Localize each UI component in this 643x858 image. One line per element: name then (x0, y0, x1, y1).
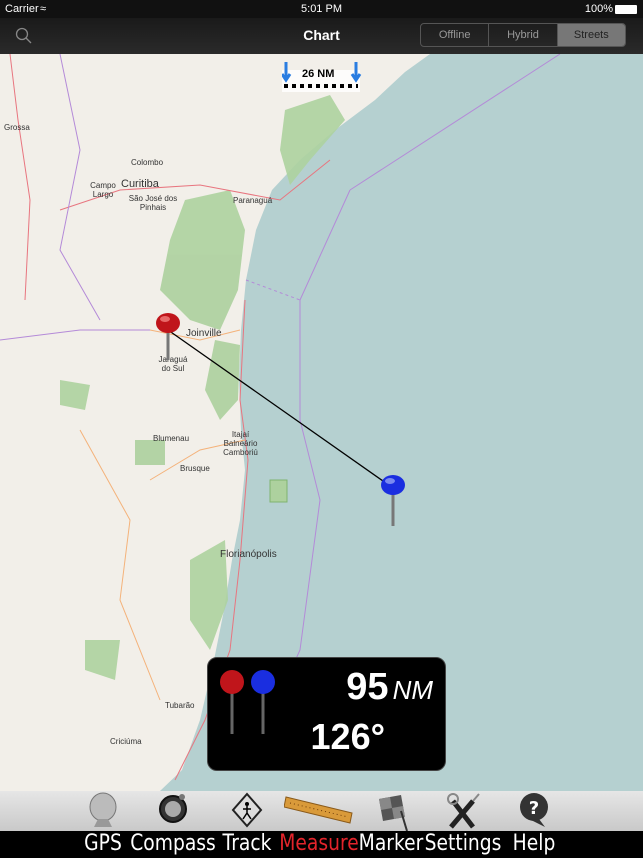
toolbar-label: Compass (130, 831, 216, 856)
flag-icon (379, 795, 408, 831)
place-label: Curitiba (121, 178, 159, 190)
place-label: Grossa (4, 123, 30, 132)
segment-streets[interactable]: Streets (557, 24, 625, 46)
end-pin-icon[interactable] (380, 472, 408, 527)
segment-hybrid[interactable]: Hybrid (489, 24, 558, 46)
help-icon: ? (520, 793, 548, 827)
battery-icon (615, 5, 637, 14)
toolbar-label: Measure (279, 831, 359, 856)
toolbar-label: Settings (424, 831, 502, 856)
compass-icon (159, 794, 187, 823)
gps-icon (89, 792, 117, 827)
place-label: Criciúma (110, 737, 142, 746)
toolbar-label: Track (222, 831, 272, 856)
place-label: Paranaguá (233, 196, 273, 205)
place-label: Campo Largo (90, 181, 116, 199)
toolbar-help-button[interactable]: ? Help (510, 791, 558, 858)
place-label: Tubarão (165, 701, 195, 710)
place-label: São José dos Pinhais (128, 194, 178, 212)
place-label: Itajaí Balneário Camboriú (223, 430, 258, 457)
place-label: Joinville (186, 328, 222, 339)
segment-offline[interactable]: Offline (421, 24, 490, 46)
ruler-icon (284, 796, 353, 824)
toolbar-marker-button[interactable]: Marker (359, 791, 423, 858)
toolbar-measure-button[interactable]: Measure (279, 791, 359, 858)
map-type-segmented-control[interactable]: Offline Hybrid Streets (420, 23, 626, 47)
scale-bar: 26 NM (282, 60, 362, 92)
bearing-value: 126° (310, 716, 385, 757)
toolbar-label: GPS (84, 831, 122, 856)
place-label: Colombo (131, 158, 164, 167)
toolbar-label: Marker (358, 831, 424, 856)
place-label: Florianópolis (220, 549, 277, 560)
place-label: Blumenau (153, 434, 190, 443)
distance-readout: 95 NM (346, 666, 433, 709)
status-bar: Carrier ≈ 5:01 PM 100% (0, 0, 643, 18)
measure-result-panel: 95 NM 126° (207, 657, 446, 771)
nav-bar: Chart Offline Hybrid Streets (0, 18, 643, 54)
track-icon (231, 792, 263, 828)
clock: 5:01 PM (301, 3, 342, 15)
pins-icon (220, 670, 275, 734)
toolbar-settings-button[interactable]: Settings (425, 791, 501, 858)
svg-text:?: ? (529, 798, 539, 819)
toolbar-label: Help (512, 831, 556, 856)
scale-label: 26 NM (302, 68, 335, 80)
toolbar-track-button[interactable]: Track (222, 791, 272, 858)
place-label: Brusque (180, 464, 210, 473)
toolbar-compass-button[interactable]: Compass (130, 791, 216, 858)
distance-value: 95 (346, 666, 389, 708)
battery-percent: 100% (584, 3, 613, 15)
distance-unit: NM (392, 675, 433, 705)
toolbar-gps-button[interactable]: GPS (82, 791, 124, 858)
start-pin-icon[interactable] (155, 310, 183, 365)
tools-icon (447, 793, 480, 829)
